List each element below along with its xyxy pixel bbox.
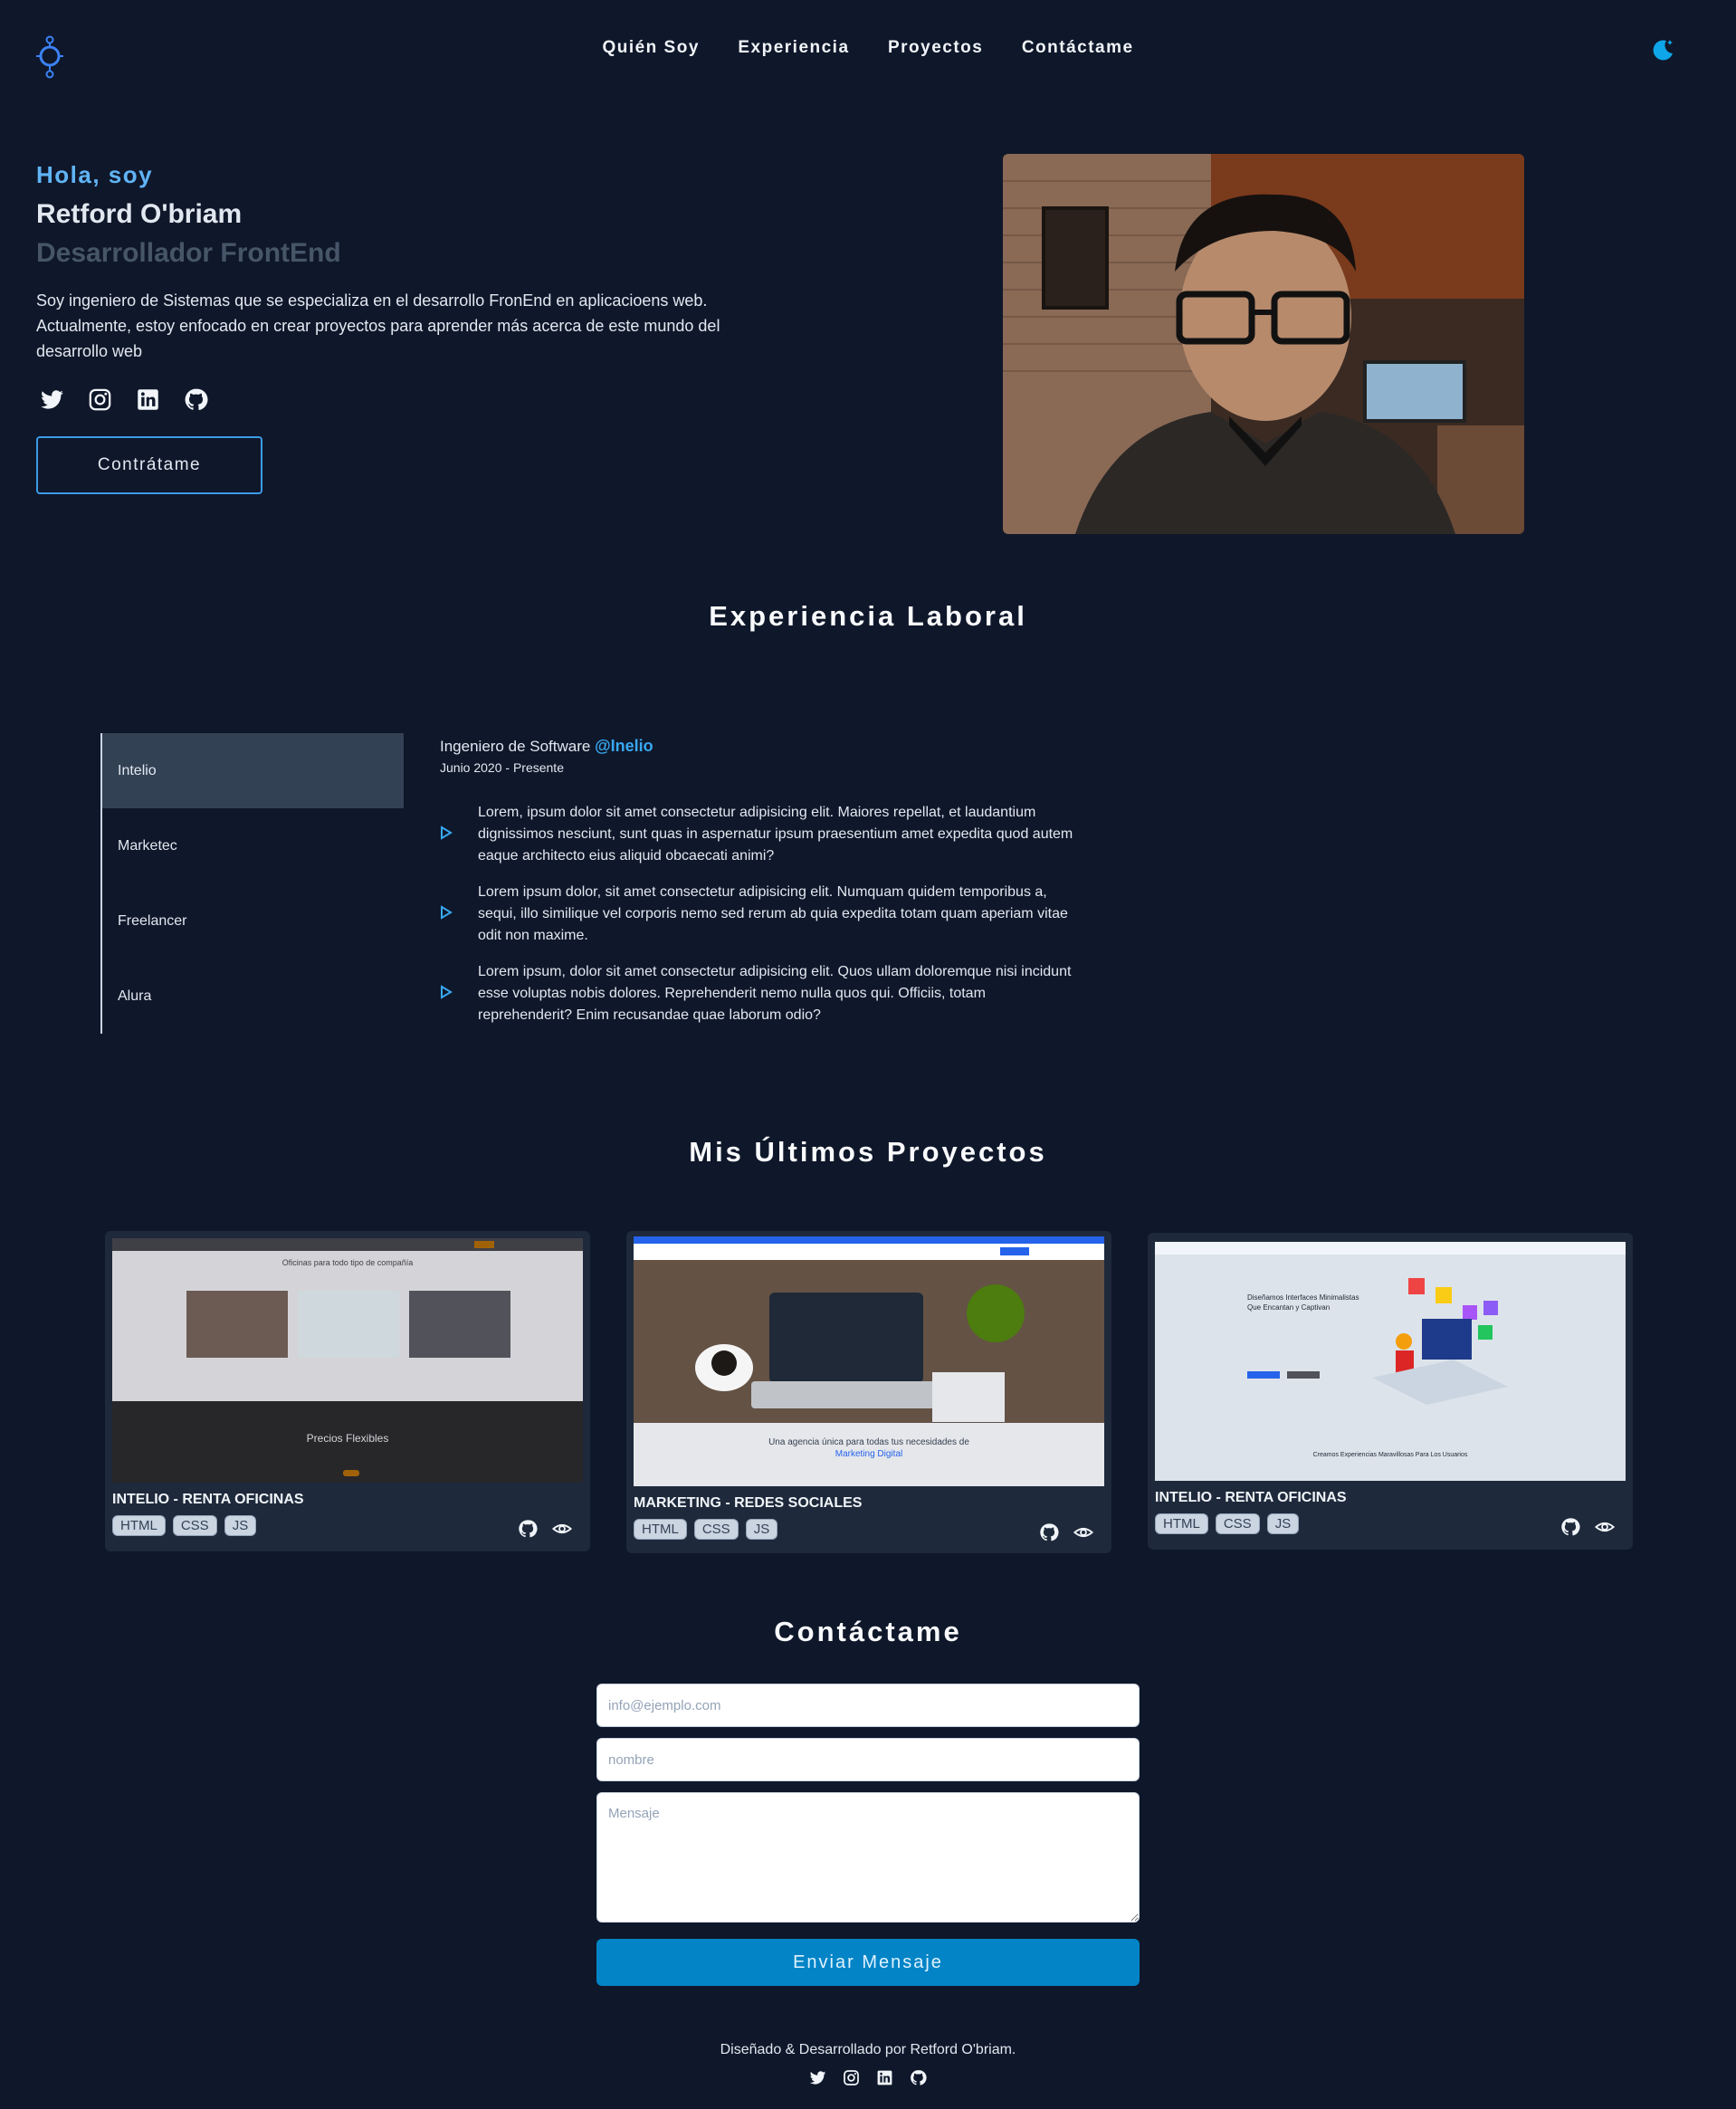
tab-freelancer[interactable]: Freelancer — [102, 883, 404, 959]
profile-photo — [1003, 154, 1524, 534]
project-tags: HTML CSS JS — [112, 1515, 257, 1536]
experience-title: Experiencia Laboral — [709, 600, 1027, 632]
instagram-icon[interactable] — [88, 387, 112, 412]
eye-icon[interactable] — [1073, 1522, 1094, 1542]
twitter-icon[interactable] — [809, 2069, 826, 2086]
nav-proyectos[interactable]: Proyectos — [888, 38, 983, 58]
tag-js: JS — [745, 1519, 778, 1540]
tab-marketec[interactable]: Marketec — [102, 808, 404, 883]
thumb-accent: Marketing Digital — [835, 1449, 903, 1459]
tab-intelio[interactable]: Intelio — [102, 733, 404, 808]
project-card[interactable]: Oficinas para todo tipo de compañía Prec… — [105, 1231, 590, 1551]
list-item: Lorem ipsum, dolor sit amet consectetur … — [440, 961, 1073, 1026]
main-nav: Quién Soy Experiencia Proyectos Contácta… — [0, 38, 1736, 58]
project-card[interactable]: Diseñamos Interfaces Minimalistas Que En… — [1148, 1233, 1633, 1550]
github-icon[interactable] — [184, 387, 208, 412]
project-thumbnail[interactable]: Una agencia única para todas tus necesid… — [634, 1236, 1104, 1486]
tag-html: HTML — [1155, 1513, 1208, 1534]
hero-socials — [40, 387, 208, 412]
eye-icon[interactable] — [1594, 1517, 1616, 1537]
tag-html: HTML — [634, 1519, 687, 1540]
tag-css: CSS — [693, 1519, 739, 1540]
eye-icon[interactable] — [551, 1519, 573, 1539]
projects-title: Mis Últimos Proyectos — [689, 1136, 1047, 1168]
thumb-heading: Diseñamos Interfaces Minimalistas Que En… — [1247, 1293, 1359, 1312]
tag-js: JS — [224, 1515, 257, 1536]
contact-title: Contáctame — [774, 1616, 962, 1647]
nav-experiencia[interactable]: Experiencia — [738, 38, 849, 58]
project-title: MARKETING - REDES SOCIALES — [634, 1495, 863, 1511]
project-links — [1560, 1517, 1616, 1537]
hero-greeting: Hola, soy — [36, 161, 154, 188]
tag-html: HTML — [112, 1515, 166, 1536]
send-message-button[interactable]: Enviar Mensaje — [596, 1939, 1140, 1986]
github-icon[interactable] — [518, 1519, 538, 1539]
hire-me-button[interactable]: Contrátame — [36, 436, 262, 494]
message-field[interactable] — [596, 1792, 1140, 1923]
thumb-footer-heading: Precios Flexibles — [306, 1432, 389, 1445]
hero-name: Retford O'briam — [36, 199, 243, 229]
job-period: Junio 2020 - Presente — [440, 760, 564, 775]
triangle-icon — [440, 984, 478, 1004]
project-links — [1039, 1522, 1094, 1542]
github-icon[interactable] — [910, 2069, 927, 2086]
thumb-heading: Oficinas para todo tipo de compañía — [281, 1258, 414, 1267]
project-title: INTELIO - RENTA OFICINAS — [112, 1492, 304, 1507]
project-card[interactable]: Una agencia única para todas tus necesid… — [626, 1231, 1111, 1553]
footer-credit: Diseñado & Desarrollado por Retford O'br… — [720, 2042, 1016, 2057]
site-header: Quién Soy Experiencia Proyectos Contácta… — [0, 0, 1736, 100]
name-field[interactable] — [596, 1738, 1140, 1781]
bullet-text: Lorem ipsum dolor, sit amet consectetur … — [478, 884, 1068, 943]
linkedin-icon[interactable] — [876, 2069, 893, 2086]
triangle-icon — [440, 904, 478, 924]
thumb-footer-heading: Creamos Experiencias Maravillosas Para L… — [1312, 1452, 1468, 1458]
experience-bullets: Lorem, ipsum dolor sit amet consectetur … — [440, 802, 1073, 1041]
linkedin-icon[interactable] — [136, 387, 160, 412]
project-thumbnail[interactable]: Diseñamos Interfaces Minimalistas Que En… — [1155, 1242, 1626, 1481]
tag-css: CSS — [1215, 1513, 1260, 1534]
bullet-text: Lorem ipsum, dolor sit amet consectetur … — [478, 964, 1072, 1023]
job-company[interactable]: @Inelio — [595, 737, 653, 755]
project-links — [518, 1519, 573, 1539]
nav-contactame[interactable]: Contáctame — [1022, 38, 1134, 58]
moon-icon[interactable] — [1649, 36, 1676, 63]
hero-role: Desarrollador FrontEnd — [36, 238, 341, 268]
instagram-icon[interactable] — [843, 2069, 860, 2086]
github-icon[interactable] — [1560, 1517, 1580, 1537]
project-tags: HTML CSS JS — [1155, 1513, 1300, 1534]
hero-bio: Soy ingeniero de Sistemas que se especia… — [36, 291, 720, 360]
bullet-text: Lorem, ipsum dolor sit amet consectetur … — [478, 805, 1073, 864]
experience-tabs: Intelio Marketec Freelancer Alura — [100, 733, 404, 1034]
experience-heading: Ingeniero de Software @Inelio — [440, 737, 653, 756]
project-title: INTELIO - RENTA OFICINAS — [1155, 1490, 1347, 1505]
twitter-icon[interactable] — [40, 387, 64, 412]
list-item: Lorem, ipsum dolor sit amet consectetur … — [440, 802, 1073, 867]
list-item: Lorem ipsum dolor, sit amet consectetur … — [440, 882, 1073, 947]
project-tags: HTML CSS JS — [634, 1519, 778, 1540]
footer-socials — [0, 2069, 1736, 2086]
tag-css: CSS — [172, 1515, 217, 1536]
thumb-tagline: Una agencia única para todas tus necesid… — [768, 1437, 969, 1447]
project-thumbnail[interactable]: Oficinas para todo tipo de compañía Prec… — [112, 1238, 583, 1483]
email-field[interactable] — [596, 1684, 1140, 1727]
tag-js: JS — [1266, 1513, 1300, 1534]
triangle-icon — [440, 825, 478, 845]
job-position: Ingeniero de Software — [440, 738, 591, 755]
tab-alura[interactable]: Alura — [102, 959, 404, 1034]
nav-quien-soy[interactable]: Quién Soy — [602, 38, 699, 58]
github-icon[interactable] — [1039, 1522, 1059, 1542]
